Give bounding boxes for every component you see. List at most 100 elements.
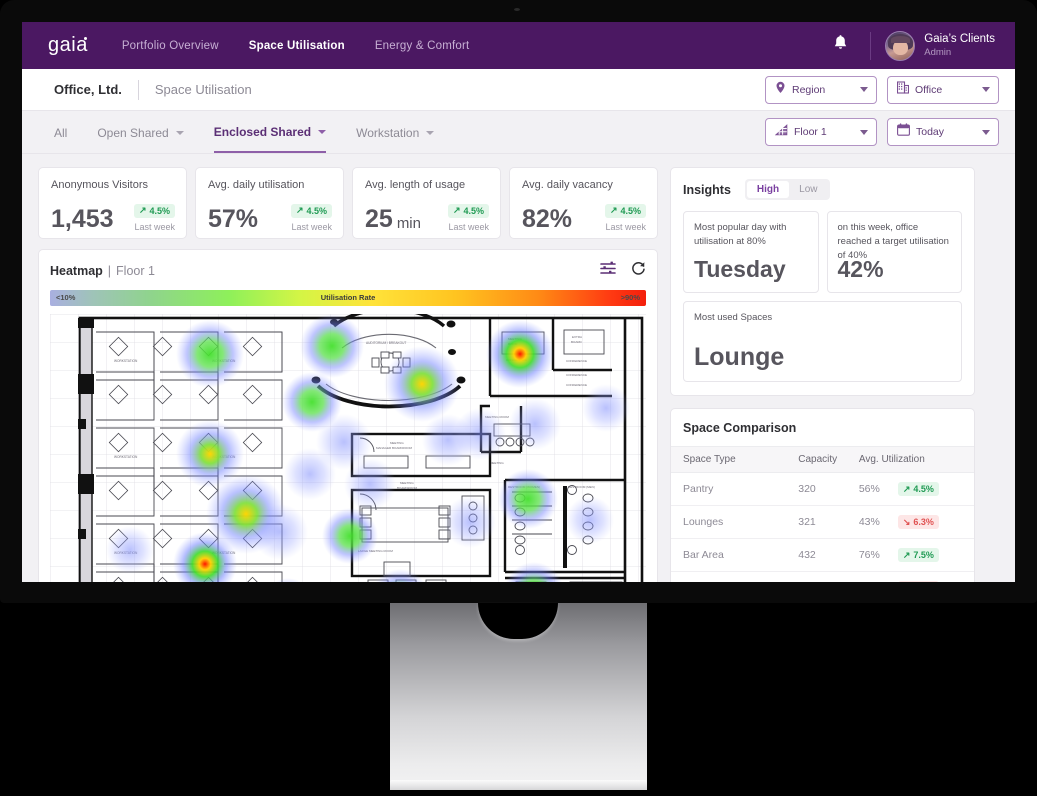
- cell-delta: ↗ 4.5%: [897, 472, 974, 506]
- svg-text:BOARDROOM: BOARDROOM: [397, 486, 418, 490]
- delta-value: 6.3%: [913, 517, 934, 527]
- avatar-hair-front: [891, 35, 911, 43]
- heatmap-subtitle: Floor 1: [116, 264, 155, 278]
- table-row[interactable]: Breakout Area 435 52% ↘ 8.3%: [671, 571, 974, 582]
- brand-logo[interactable]: gaia: [48, 34, 88, 57]
- utilisation-legend: <10% Utilisation Rate >90%: [50, 290, 646, 306]
- cell-utilization: 43%: [858, 505, 898, 539]
- arrow-up-icon: ↗: [295, 205, 304, 215]
- space-comparison-table: Space Type Capacity Avg. Utilization Pan…: [671, 446, 974, 582]
- breadcrumb: Office, Ltd. Space Utilisation Region Of…: [22, 69, 1015, 111]
- table-row[interactable]: Bar Area 432 76% ↗ 7.5%: [671, 538, 974, 572]
- table-head: Space Type Capacity Avg. Utilization: [671, 446, 974, 473]
- kpi-value-row: 1,453 ↗ 4.5% Last week: [51, 200, 175, 232]
- cell-delta: ↘ 6.3%: [897, 505, 974, 539]
- nav-item-space-utilisation[interactable]: Space Utilisation: [249, 40, 345, 52]
- insights-title: Insights: [683, 182, 731, 197]
- user-meta[interactable]: Gaia’s Clients Admin: [924, 32, 995, 58]
- tab-all-label: All: [54, 126, 68, 140]
- svg-text:RESTROOM (MEN): RESTROOM (MEN): [568, 485, 595, 489]
- svg-text:CONFERENCE: CONFERENCE: [566, 383, 587, 387]
- arrow-up-icon: ↗: [138, 205, 147, 215]
- cell-utilization: 76%: [858, 538, 898, 572]
- nav-item-energy-comfort[interactable]: Energy & Comfort: [375, 40, 470, 52]
- heatmap-title: Heatmap: [50, 264, 103, 278]
- toggle-option-high[interactable]: High: [746, 181, 790, 198]
- insight-value: Lounge: [694, 343, 785, 371]
- legend-title: Utilisation Rate: [320, 293, 376, 302]
- top-navigation-bar: gaia Portfolio Overview Space Utilisatio…: [22, 22, 1015, 69]
- logo-dot-icon: [83, 37, 87, 40]
- kpi-delta-block: ↗ 4.5% Last week: [604, 200, 646, 232]
- heatmap-header: Heatmap | Floor 1: [50, 260, 646, 282]
- toggle-option-low[interactable]: Low: [789, 181, 827, 198]
- chevron-down-icon: [175, 131, 184, 135]
- column-header-capacity[interactable]: Capacity: [798, 446, 859, 473]
- tab-open-shared-label: Open Shared: [97, 126, 169, 140]
- kpi-value: 57%: [208, 205, 259, 233]
- chevron-down-icon: [982, 129, 990, 135]
- tab-all[interactable]: All: [54, 111, 67, 153]
- insight-caption: on this week, office reached a target ut…: [837, 222, 949, 261]
- svg-text:BOARD: BOARD: [571, 340, 583, 344]
- cell-capacity: 435: [798, 571, 859, 582]
- column-header-avg-utilization[interactable]: Avg. Utilization: [858, 446, 974, 473]
- delta-value: 7.5%: [913, 550, 934, 560]
- kpi-card-anonymous-visitors: Anonymous Visitors 1,453 ↗ 4.5% Last wee…: [38, 167, 187, 239]
- chevron-down-icon: [860, 129, 868, 135]
- tab-enclosed-shared[interactable]: Enclosed Shared: [213, 111, 327, 153]
- column-header-space-type[interactable]: Space Type: [671, 446, 799, 473]
- kpi-card-avg-daily-utilisation: Avg. daily utilisation 57% ↗ 4.5% Last w…: [195, 167, 344, 239]
- chevron-down-icon: [426, 131, 435, 135]
- insight-caption: Most used Spaces: [694, 312, 773, 323]
- nav-item-portfolio-overview[interactable]: Portfolio Overview: [122, 40, 219, 52]
- user-name: Gaia’s Clients: [924, 33, 995, 46]
- kpi-delta-value: 4.5%: [306, 205, 327, 216]
- status-badge: ↗ 4.5%: [897, 482, 939, 496]
- legend-high-label: >90%: [620, 293, 640, 302]
- kpi-title: Avg. daily vacancy: [522, 179, 613, 191]
- insights-high-low-toggle: High Low: [744, 179, 830, 200]
- breadcrumb-org[interactable]: Office, Ltd.: [54, 82, 122, 97]
- space-comparison-title: Space Comparison: [683, 421, 797, 435]
- floor-filter-dropdown[interactable]: Floor 1: [765, 118, 877, 146]
- arrow-up-icon: ↗: [609, 205, 618, 215]
- date-filter-dropdown[interactable]: Today: [887, 118, 999, 146]
- office-filter-dropdown[interactable]: Office: [887, 75, 999, 104]
- status-badge: ↘ 6.3%: [897, 515, 939, 529]
- status-badge: ↗ 7.5%: [897, 548, 939, 562]
- insight-value: 42%: [837, 256, 884, 282]
- svg-text:MEETING: MEETING: [390, 441, 404, 445]
- heatmap-subtitle-sep: |: [107, 264, 112, 278]
- arrow-down-icon: ↘: [902, 516, 911, 527]
- tab-workstation[interactable]: Workstation: [356, 111, 435, 153]
- tab-open-shared[interactable]: Open Shared: [97, 111, 184, 153]
- region-filter-dropdown[interactable]: Region: [765, 75, 877, 104]
- left-column: Anonymous Visitors 1,453 ↗ 4.5% Last wee…: [38, 167, 658, 582]
- heatmap-panel: Heatmap | Floor 1 <10% Utilisation Rate …: [38, 249, 658, 582]
- kpi-period: Last week: [134, 222, 175, 232]
- insight-card-row: Most popular day with utilisation at 80%…: [683, 211, 962, 293]
- table-row[interactable]: Lounges 321 43% ↘ 6.3%: [671, 505, 974, 539]
- insight-caption: Most popular day with utilisation at 80%: [694, 222, 787, 247]
- kpi-value: 1,453: [51, 205, 114, 233]
- webcam-dot: [514, 8, 520, 11]
- insights-header: Insights High Low: [683, 179, 962, 200]
- floor-icon: [774, 123, 788, 141]
- svg-text:MEETING: MEETING: [400, 481, 414, 485]
- sliders-filter-icon[interactable]: [600, 261, 617, 281]
- kpi-delta-block: ↗ 4.5% Last week: [290, 200, 332, 232]
- kpi-value-row: 57% ↗ 4.5% Last week: [208, 200, 332, 232]
- kpi-unit: min: [396, 215, 421, 232]
- kpi-delta-block: ↗ 4.5% Last week: [133, 200, 175, 232]
- table-row[interactable]: Pantry 320 56% ↗ 4.5%: [671, 472, 974, 506]
- kpi-value: 25: [365, 205, 393, 233]
- avatar[interactable]: [885, 30, 916, 61]
- refresh-icon[interactable]: [631, 261, 646, 281]
- cell-capacity: 432: [798, 538, 859, 572]
- bell-icon[interactable]: [833, 34, 848, 57]
- floorplan-heatmap[interactable]: WORKSTATIONWORKSTATION WORKSTATIONWORKST…: [50, 314, 646, 582]
- svg-text:CONFERENCE: CONFERENCE: [566, 373, 587, 377]
- status-badge: ↘ 8.3%: [897, 581, 939, 582]
- building-icon: [896, 80, 910, 99]
